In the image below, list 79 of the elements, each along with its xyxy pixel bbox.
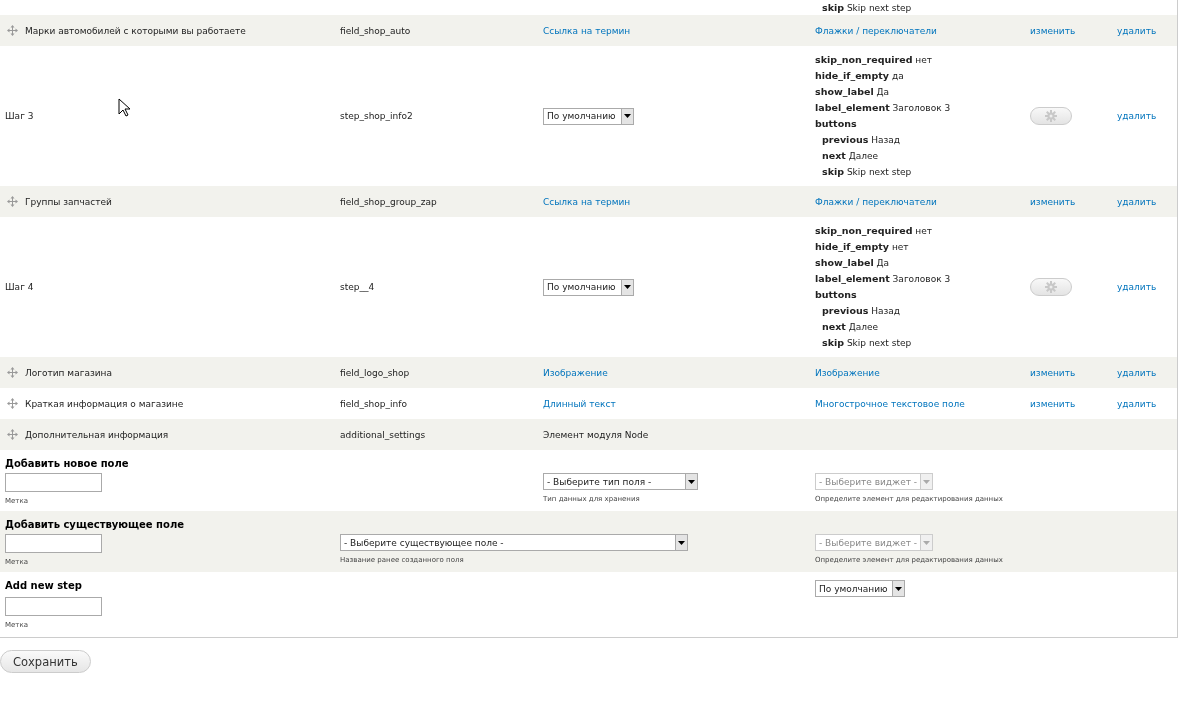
field-label: Группы запчастей (25, 196, 112, 207)
dropdown[interactable]: По умолчанию (543, 278, 634, 296)
setting-line: previous Назад (821, 304, 901, 318)
edit-link[interactable]: изменить (1030, 367, 1076, 378)
field-label: Логотип магазина (25, 367, 112, 378)
delete-link[interactable]: удалить (1117, 282, 1157, 292)
delete-link[interactable]: удалить (1117, 25, 1157, 36)
setting-line: hide_if_empty да (815, 69, 905, 83)
delete-link[interactable]: удалить (1117, 111, 1157, 121)
drag-handle-icon[interactable] (7, 367, 18, 378)
setting-line: show_label Да (815, 85, 891, 99)
step-label: Шаг 3 (4, 111, 35, 121)
widget-link[interactable]: Флажки / переключатели (815, 25, 937, 36)
field-type-link[interactable]: Изображение (543, 367, 608, 378)
setting-line: next Далее (821, 149, 880, 163)
setting-line: label_element Заголовок 3 (815, 272, 952, 286)
field-type-link[interactable]: Длинный текст (543, 398, 616, 409)
cursor-icon (118, 98, 131, 117)
widget-link[interactable]: Флажки / переключатели (815, 196, 937, 207)
setting-line: buttons (815, 117, 858, 131)
dropdown[interactable]: По умолчанию (543, 107, 634, 125)
drag-handle-icon[interactable] (7, 25, 18, 36)
dropdown[interactable]: - Выберите существующее поле - (340, 534, 688, 551)
caret-icon (624, 114, 631, 118)
field-type-link[interactable]: Ссылка на термин (543, 196, 631, 207)
input-field[interactable] (5, 473, 102, 492)
caret-icon (923, 540, 930, 545)
setting-line: skip Skip next step (821, 1, 913, 15)
field-type: Элемент модуля Node (543, 429, 650, 440)
gear-icon (1045, 110, 1057, 122)
caret-icon (923, 479, 930, 484)
setting-line: skip Skip next step (821, 165, 913, 179)
machine-name: additional_settings (340, 429, 427, 440)
settings-button[interactable] (1030, 278, 1072, 296)
gear-icon (1045, 281, 1057, 293)
machine-name: field_logo_shop (340, 367, 411, 378)
delete-link[interactable]: удалить (1117, 398, 1157, 409)
dropdown[interactable]: - Выберите тип поля - (543, 473, 698, 490)
dropdown[interactable]: По умолчанию (815, 580, 905, 597)
setting-line: next Далее (821, 320, 880, 334)
setting-line: buttons (815, 288, 858, 302)
field-label: Краткая информация о магазине (25, 398, 184, 409)
edit-link[interactable]: изменить (1030, 398, 1076, 409)
widget-link[interactable]: Изображение (815, 367, 880, 378)
section-title: Add new step (5, 580, 82, 593)
edit-link[interactable]: изменить (1030, 25, 1076, 36)
input-field[interactable] (5, 597, 102, 616)
drag-handle-icon[interactable] (7, 196, 18, 207)
machine-name: field_shop_group_zap (340, 196, 438, 207)
caret-icon (678, 540, 685, 545)
field-label: Дополнительная информация (25, 429, 169, 440)
caret-icon (688, 479, 695, 484)
section-title: Добавить новое поле (5, 458, 129, 469)
delete-link[interactable]: удалить (1117, 367, 1157, 378)
input-field[interactable] (5, 534, 102, 553)
setting-line: skip_non_required нет (815, 53, 933, 67)
field-label: Марки автомобилей с которыми вы работаете (25, 25, 246, 36)
save-button[interactable]: Сохранить (0, 650, 91, 673)
drag-handle-icon[interactable] (7, 429, 18, 440)
machine-name: step__4 (340, 282, 376, 292)
edit-link[interactable]: изменить (1030, 196, 1076, 207)
section-title: Добавить существующее поле (5, 519, 184, 530)
setting-line: label_element Заголовок 3 (815, 101, 952, 115)
field-type-link[interactable]: Ссылка на термин (543, 25, 631, 36)
setting-line: skip Skip next step (821, 336, 913, 350)
settings-button[interactable] (1030, 107, 1072, 125)
caret-icon (624, 285, 631, 289)
machine-name: step_shop_info2 (340, 111, 414, 121)
step-label: Шаг 4 (4, 282, 35, 292)
caret-icon (895, 586, 902, 591)
drag-handle-icon[interactable] (7, 398, 18, 409)
setting-line: skip_non_required нет (815, 224, 933, 238)
machine-name: field_shop_info (340, 398, 408, 409)
setting-line: hide_if_empty нет (815, 240, 910, 254)
setting-line: show_label Да (815, 256, 891, 270)
machine-name: field_shop_auto (340, 25, 412, 36)
widget-link[interactable]: Многострочное текстовое поле (815, 398, 965, 409)
delete-link[interactable]: удалить (1117, 196, 1157, 207)
setting-line: previous Назад (821, 133, 901, 147)
